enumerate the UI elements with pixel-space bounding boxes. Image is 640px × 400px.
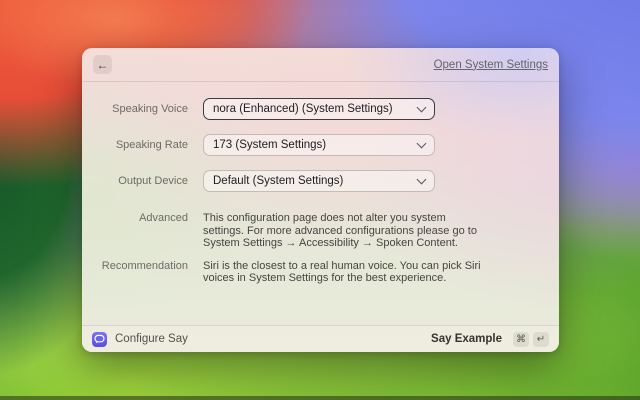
output-device-value: Default (System Settings) xyxy=(213,175,343,187)
advanced-note-row: Advanced This configuration page does no… xyxy=(82,212,559,250)
speaking-rate-dropdown[interactable]: 173 (System Settings) xyxy=(203,134,435,156)
open-system-settings-link[interactable]: Open System Settings xyxy=(434,59,548,71)
form-content: Speaking Voice nora (Enhanced) (System S… xyxy=(82,82,559,285)
output-device-row: Output Device Default (System Settings) xyxy=(82,170,559,192)
footer-actions: Say Example ⌘ ↵ xyxy=(431,332,549,347)
window-header: ← Open System Settings xyxy=(82,48,559,82)
footer-app-info: Configure Say xyxy=(92,332,188,347)
screen-bottom-edge xyxy=(0,396,640,400)
output-device-dropdown[interactable]: Default (System Settings) xyxy=(203,170,435,192)
recommendation-note-row: Recommendation Siri is the closest to a … xyxy=(82,260,559,285)
back-arrow-icon: ← xyxy=(97,58,109,72)
desktop-wallpaper: ← Open System Settings Speaking Voice no… xyxy=(0,0,640,400)
chevron-down-icon xyxy=(417,103,427,113)
speaking-rate-value: 173 (System Settings) xyxy=(213,139,326,151)
chevron-down-icon xyxy=(417,175,427,185)
say-example-button[interactable]: Say Example xyxy=(431,333,502,345)
say-app-icon xyxy=(92,332,107,347)
output-device-label: Output Device xyxy=(82,175,188,187)
app-name-label: Configure Say xyxy=(115,333,188,345)
speaking-rate-label: Speaking Rate xyxy=(82,139,188,151)
command-key-icon[interactable]: ⌘ xyxy=(513,332,529,347)
speaking-voice-dropdown[interactable]: nora (Enhanced) (System Settings) xyxy=(203,98,435,120)
window-footer: Configure Say Say Example ⌘ ↵ xyxy=(82,325,559,352)
speaking-voice-label: Speaking Voice xyxy=(82,103,188,115)
recommendation-text: Siri is the closest to a real human voic… xyxy=(203,260,493,285)
return-key-icon[interactable]: ↵ xyxy=(533,332,549,347)
configure-say-window: ← Open System Settings Speaking Voice no… xyxy=(82,48,559,352)
advanced-text: This configuration page does not alter y… xyxy=(203,212,493,250)
back-button[interactable]: ← xyxy=(93,55,112,74)
recommendation-label: Recommendation xyxy=(82,260,188,273)
advanced-label: Advanced xyxy=(82,212,188,225)
speaking-voice-row: Speaking Voice nora (Enhanced) (System S… xyxy=(82,98,559,120)
chevron-down-icon xyxy=(417,139,427,149)
speaking-voice-value: nora (Enhanced) (System Settings) xyxy=(213,103,393,115)
speaking-rate-row: Speaking Rate 173 (System Settings) xyxy=(82,134,559,156)
